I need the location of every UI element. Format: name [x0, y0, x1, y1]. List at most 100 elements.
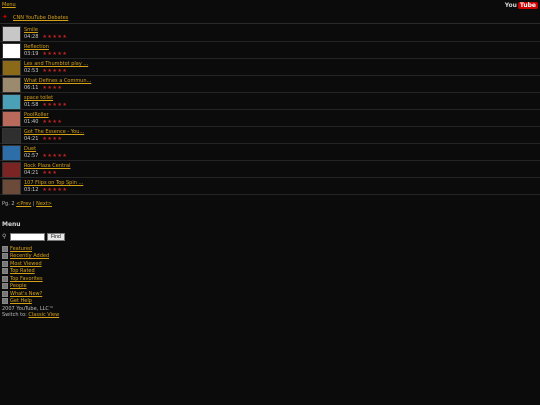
menu-bullet-icon	[2, 290, 8, 297]
rating-stars-icon: ★★★★★	[42, 34, 68, 40]
video-item[interactable]: Rock Plaza Central 04:21 ★★★	[0, 161, 540, 178]
menu-item-label[interactable]: People	[10, 283, 27, 289]
video-item[interactable]: Got The Essence - You... 04:21 ★★★★	[0, 127, 540, 144]
video-thumbnail[interactable]	[2, 179, 21, 195]
video-duration: 04:28	[24, 34, 39, 40]
menu-item[interactable]: Most Viewed	[2, 260, 540, 268]
menu-bullet-icon	[2, 298, 8, 305]
video-meta: 03:19 ★★★★★	[24, 51, 67, 57]
menu-link[interactable]: Menu	[2, 2, 16, 8]
rating-stars-icon: ★★★★★	[42, 153, 68, 159]
menu-item-label[interactable]: Featured	[10, 246, 32, 252]
search-input[interactable]	[10, 233, 45, 241]
menu-item[interactable]: What's New?	[2, 290, 540, 298]
video-thumbnail[interactable]	[2, 60, 21, 76]
video-info: 107 Flips on Top Spin ... 03:12 ★★★★★	[24, 179, 83, 193]
menu-bullet-icon	[2, 260, 8, 267]
video-title-link[interactable]: Lex and Thumbtot play ...	[24, 61, 88, 67]
menu-item[interactable]: Top Favorites	[2, 275, 540, 283]
video-meta: 02:57 ★★★★★	[24, 153, 67, 159]
rating-stars-icon: ★★★★★	[42, 187, 68, 193]
video-title-link[interactable]: What Defines a Commun...	[24, 78, 91, 84]
video-item[interactable]: Lex and Thumbtot play ... 02:53 ★★★★★	[0, 59, 540, 76]
video-title-link[interactable]: space toilet	[24, 95, 67, 101]
video-item[interactable]: space toilet 01:58 ★★★★★	[0, 93, 540, 110]
video-thumbnail[interactable]	[2, 145, 21, 161]
video-title-link[interactable]: Reflection	[24, 44, 67, 50]
next-page-link[interactable]: Next>	[36, 201, 52, 207]
menu-item[interactable]: People	[2, 283, 540, 291]
video-title-link[interactable]: Rock Plaza Central	[24, 163, 71, 169]
rating-stars-icon: ★★★	[42, 170, 58, 176]
video-item[interactable]: 107 Flips on Top Spin ... 03:12 ★★★★★	[0, 178, 540, 195]
video-item[interactable]: What Defines a Commun... 06:11 ★★★★	[0, 76, 540, 93]
menu-bullet-icon	[2, 253, 8, 260]
video-thumbnail[interactable]	[2, 94, 21, 110]
menu-item-label[interactable]: Get Help	[10, 298, 32, 304]
menu-bullet-icon	[2, 245, 8, 252]
video-thumbnail[interactable]	[2, 26, 21, 42]
video-item[interactable]: Reflection 03:19 ★★★★★	[0, 42, 540, 59]
video-info: PoolRoller 01:40 ★★★★	[24, 111, 62, 125]
top-bar: Menu You Tube	[0, 0, 540, 10]
video-duration: 03:12	[24, 187, 39, 193]
video-duration: 06:11	[24, 85, 39, 91]
rating-stars-icon: ★★★★★	[42, 102, 68, 108]
video-info: Reflection 03:19 ★★★★★	[24, 43, 67, 57]
menu-item-label[interactable]: Top Rated	[10, 268, 35, 274]
menu-heading: Menu	[2, 221, 21, 228]
video-info: Rock Plaza Central 04:21 ★★★	[24, 162, 71, 176]
divider	[0, 23, 540, 24]
footer: 2007 YouTube, LLC™ Switch to: Classic Vi…	[2, 306, 540, 318]
video-info: Duet 02:57 ★★★★★	[24, 145, 67, 159]
menu-bullet-icon	[2, 275, 8, 282]
video-list: Smile 04:28 ★★★★★ Reflection 03:19 ★★★★★ Lex a…	[0, 25, 540, 195]
pager: Pg. 2 <Prev | Next>	[2, 201, 540, 207]
video-thumbnail[interactable]	[2, 162, 21, 178]
video-meta: 01:40 ★★★★	[24, 119, 62, 125]
classic-view-link[interactable]: Classic View	[28, 312, 59, 318]
video-meta: 04:28 ★★★★★	[24, 34, 67, 40]
video-title-link[interactable]: Got The Essence - You...	[24, 129, 84, 135]
switch-view-row: Switch to: Classic View	[2, 312, 540, 318]
video-duration: 04:21	[24, 136, 39, 142]
video-item[interactable]: Smile 04:28 ★★★★★	[0, 25, 540, 42]
video-thumbnail[interactable]	[2, 77, 21, 93]
menu-item[interactable]: Top Rated	[2, 268, 540, 276]
video-duration: 02:53	[24, 68, 39, 74]
menu-item-label[interactable]: Recently Added	[10, 253, 49, 259]
menu-item-label[interactable]: Top Favorites	[10, 276, 43, 282]
video-meta: 01:58 ★★★★★	[24, 102, 67, 108]
menu-item-label[interactable]: What's New?	[10, 291, 42, 297]
youtube-logo[interactable]: You Tube	[505, 1, 538, 9]
video-meta: 06:11 ★★★★	[24, 85, 91, 91]
video-meta: 02:53 ★★★★★	[24, 68, 88, 74]
search-row: ⚲ Find	[2, 233, 540, 241]
video-thumbnail[interactable]	[2, 128, 21, 144]
video-thumbnail[interactable]	[2, 43, 21, 59]
video-title-link[interactable]: Smile	[24, 27, 67, 33]
video-thumbnail[interactable]	[2, 111, 21, 127]
rating-stars-icon: ★★★★	[42, 85, 63, 91]
video-title-link[interactable]: Duet	[24, 146, 67, 152]
video-item[interactable]: PoolRoller 01:40 ★★★★	[0, 110, 540, 127]
menu-item[interactable]: Featured	[2, 245, 540, 253]
playlist-title-link[interactable]: CNN YouTube Debates	[13, 15, 68, 21]
menu-bullet-icon	[2, 283, 8, 290]
menu-item[interactable]: Recently Added	[2, 253, 540, 261]
switch-to-label: Switch to:	[2, 312, 27, 318]
video-duration: 01:40	[24, 119, 39, 125]
bottom-menu: Menu ⚲ Find Featured Recently Added Most V…	[0, 221, 540, 318]
video-info: Got The Essence - You... 04:21 ★★★★	[24, 128, 84, 142]
video-title-link[interactable]: PoolRoller	[24, 112, 62, 118]
menu-item[interactable]: Get Help	[2, 298, 540, 306]
menu-item-label[interactable]: Most Viewed	[10, 261, 42, 267]
video-item[interactable]: Duet 02:57 ★★★★★	[0, 144, 540, 161]
find-button[interactable]: Find	[47, 233, 65, 241]
playlist-star-icon: ✦	[2, 13, 8, 21]
video-duration: 03:19	[24, 51, 39, 57]
video-title-link[interactable]: 107 Flips on Top Spin ...	[24, 180, 83, 186]
video-info: Lex and Thumbtot play ... 02:53 ★★★★★	[24, 60, 88, 74]
rating-stars-icon: ★★★★	[42, 119, 63, 125]
prev-page-link[interactable]: <Prev	[16, 201, 31, 207]
